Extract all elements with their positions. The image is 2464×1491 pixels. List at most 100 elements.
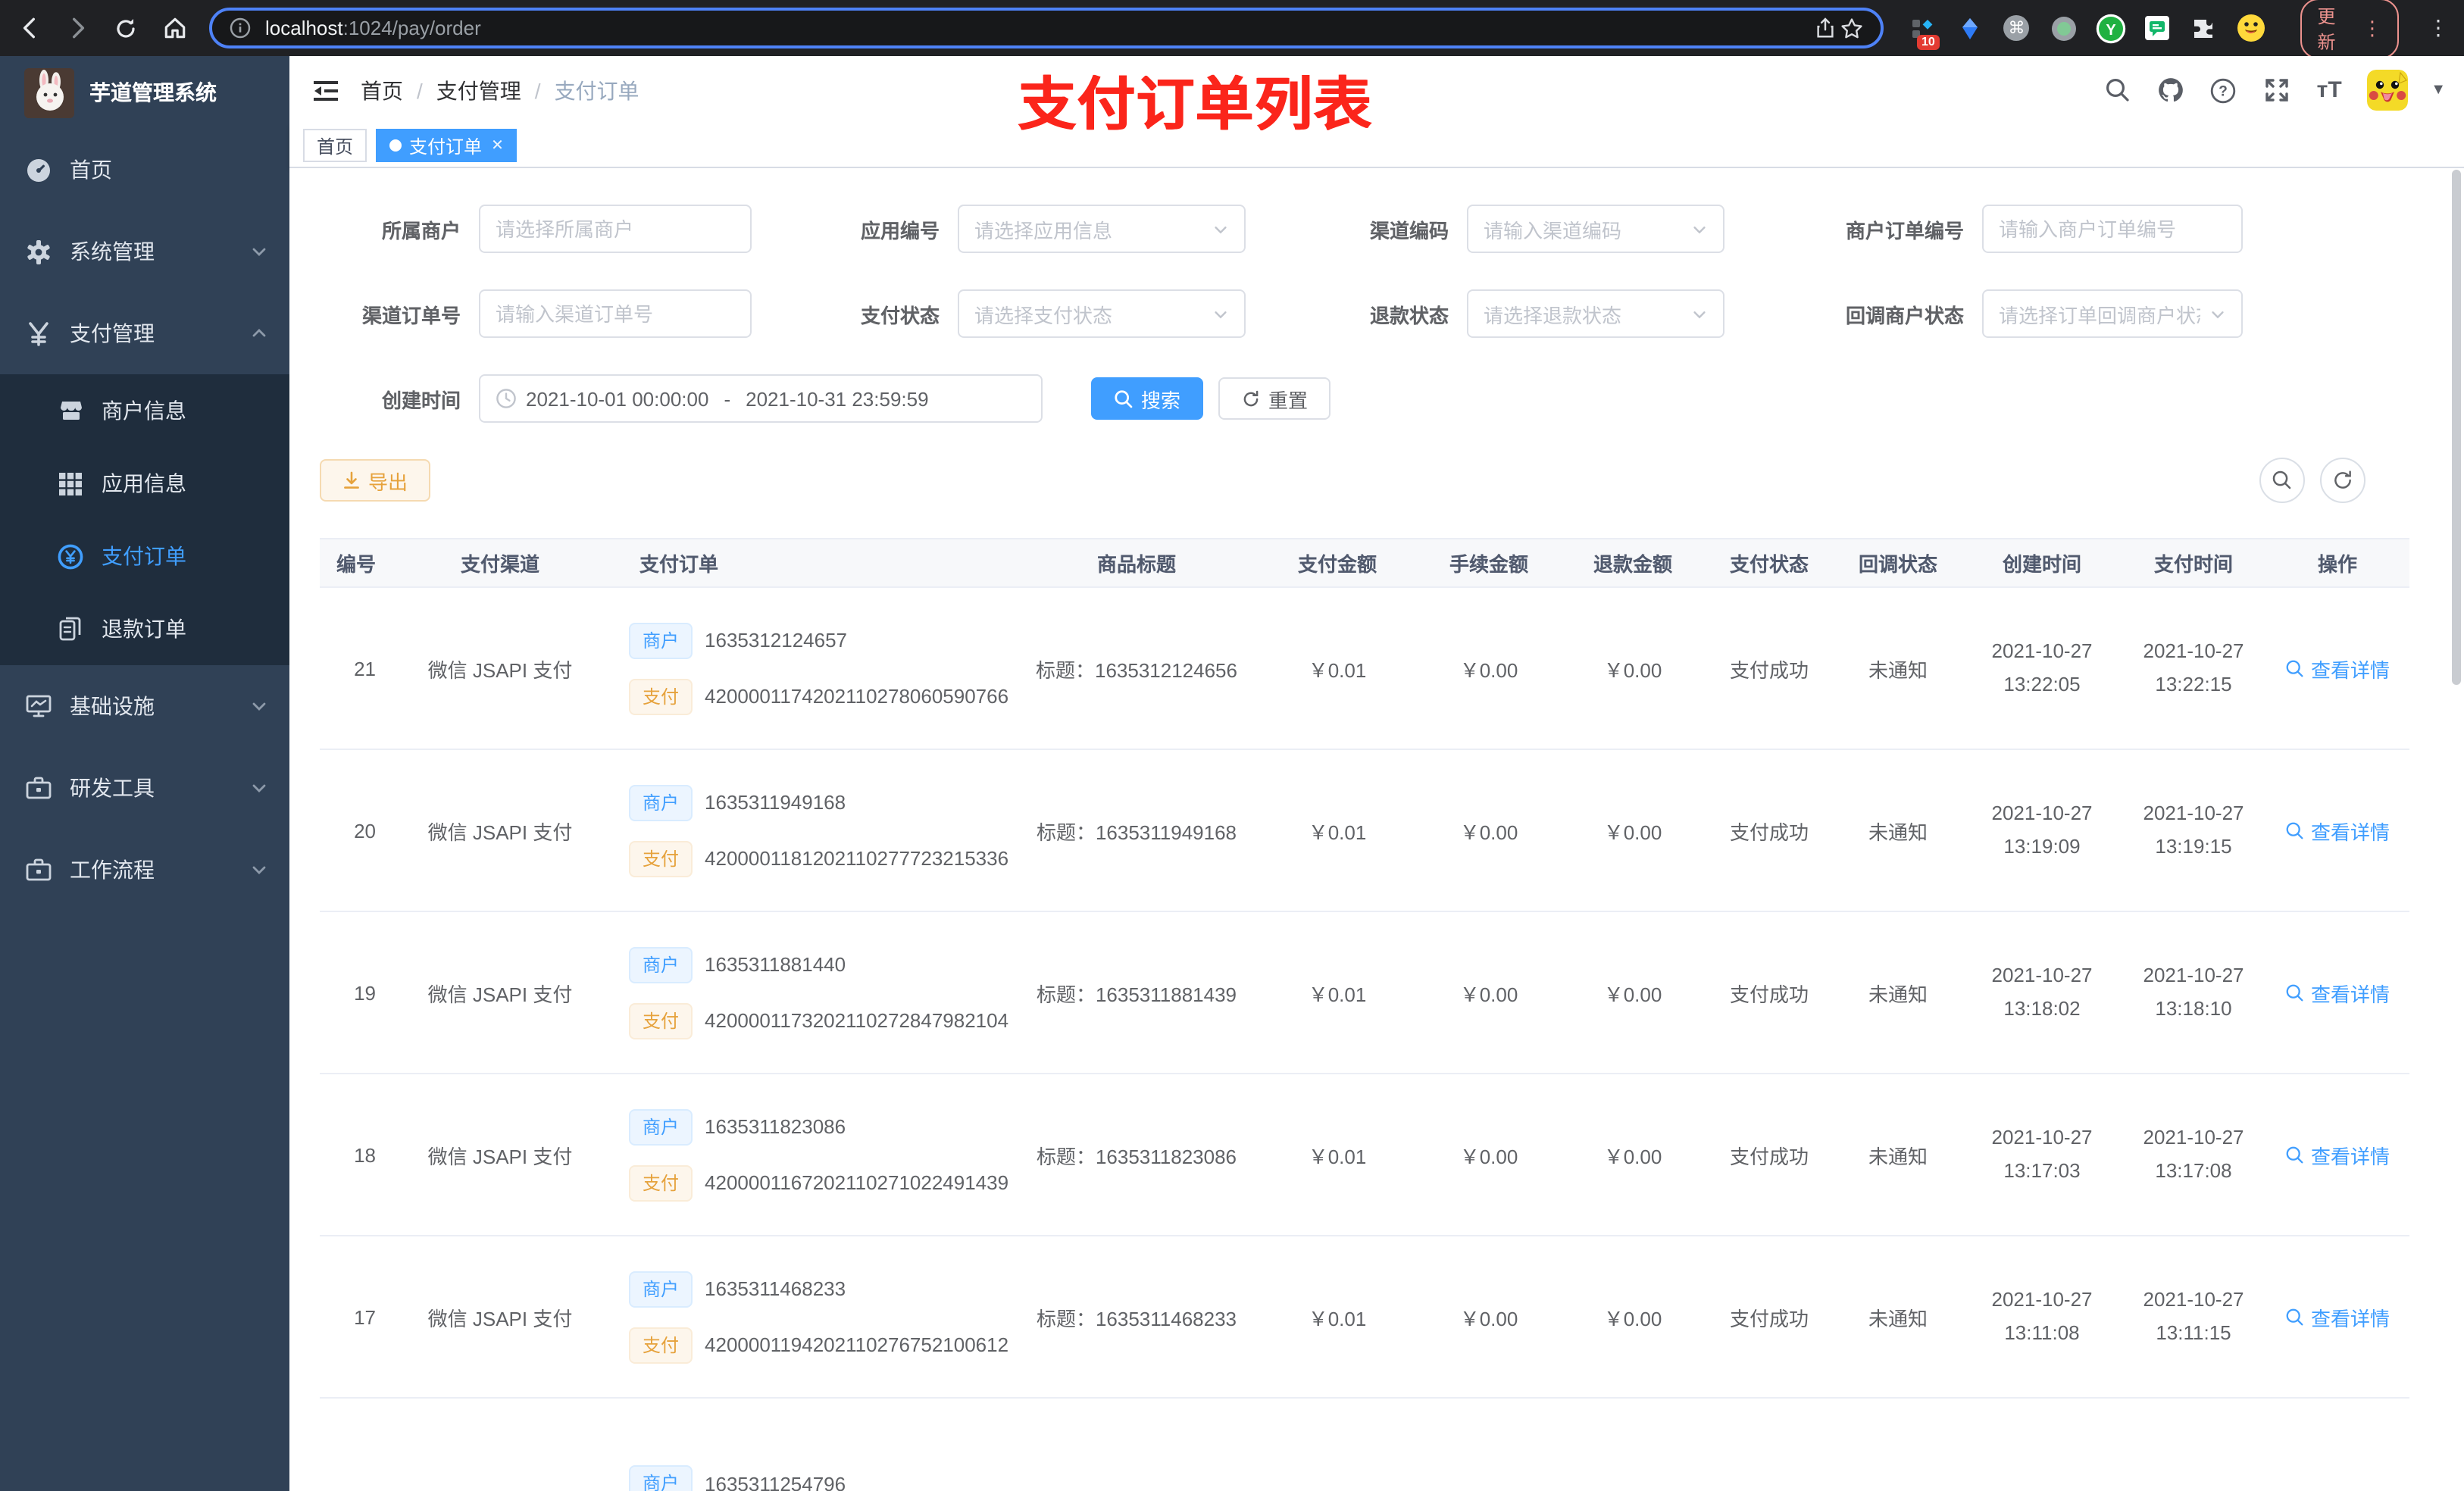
search-button[interactable]: 搜索 (1091, 377, 1204, 420)
cell-title: 标题：1635311468233 (1036, 1307, 1237, 1330)
sidebar-item-home[interactable]: 首页 (0, 129, 289, 211)
cell-fee: ￥0.00 (1459, 658, 1518, 681)
pay-order-no: 4200001173202110272847982104 (705, 1009, 1009, 1032)
refresh-table-button[interactable] (2320, 458, 2366, 503)
ext-puzzle-icon[interactable] (2189, 13, 2219, 43)
col-refund: 退款金额 (1593, 553, 1672, 576)
browser-update-button[interactable]: 更新 ⋮ (2300, 0, 2400, 58)
pay-tag: 支付 (629, 678, 693, 714)
tag-pay-order[interactable]: 支付订单 ✕ (376, 129, 518, 163)
user-avatar[interactable] (2367, 70, 2409, 111)
font-size-icon[interactable]: тT (2314, 76, 2344, 106)
merchant-input[interactable] (479, 205, 752, 253)
merchant-order-input[interactable] (1982, 205, 2243, 253)
browser-forward-icon[interactable] (64, 14, 91, 42)
sidebar-item-infra[interactable]: 基础设施 (0, 665, 289, 747)
reset-button[interactable]: 重置 (1218, 377, 1331, 420)
app-no-label: 应用编号 (860, 219, 940, 242)
merchant-tag: 商户 (629, 1271, 693, 1307)
merchant-order-label: 商户订单编号 (1845, 219, 1964, 242)
filter-row-1: 所属商户 应用编号 请选择应用信息 渠道编码 (320, 205, 2464, 253)
chevron-down-icon (1691, 305, 1708, 322)
sidebar-item-refund-order[interactable]: 退款订单 (0, 592, 289, 665)
chevron-down-icon (2209, 305, 2226, 322)
cell-pay-time: 2021-10-27 13:22:15 (2143, 639, 2244, 695)
sidebar-submenu: 商户信息 应用信息 支付订单 退款订单 (0, 374, 289, 665)
sidebar-item-app-info[interactable]: 应用信息 (0, 447, 289, 520)
channel-order-input[interactable] (479, 289, 752, 338)
search-icon (2286, 1146, 2303, 1163)
sidebar-item-label: 商户信息 (102, 399, 186, 423)
ext-green-dot-icon[interactable] (2048, 13, 2078, 43)
page-content: 所属商户 应用编号 请选择应用信息 渠道编码 (289, 168, 2464, 1491)
cell-refund: ￥0.00 (1603, 1145, 1662, 1167)
sidebar-item-pay-order[interactable]: 支付订单 (0, 520, 289, 592)
cell-fee: ￥0.00 (1459, 1307, 1518, 1330)
ext-gem-icon[interactable] (1955, 13, 1985, 43)
cell-actions: 查看详情 (2265, 816, 2409, 845)
sidebar-item-merchant-info[interactable]: 商户信息 (0, 374, 289, 447)
view-detail-link[interactable]: 查看详情 (2285, 816, 2390, 845)
sidebar-item-system[interactable]: 系统管理 (0, 211, 289, 292)
breadcrumb-home[interactable]: 首页 (361, 76, 403, 106)
cell-title: 标题：1635312124656 (1036, 658, 1237, 681)
logo-rabbit-image (24, 67, 74, 117)
site-info-icon[interactable] (226, 14, 253, 42)
pay-order-no: 4200001194202110276752100612 (705, 1333, 1009, 1356)
top-navbar: 首页 / 支付管理 / 支付订单 ? тT ▼ (289, 56, 2464, 126)
notify-status-select[interactable]: 请选择订单回调商户状态 (1982, 289, 2243, 338)
avatar-caret-icon[interactable]: ▼ (2431, 83, 2446, 99)
merchant-order-no: 1635311254796 (705, 1472, 846, 1491)
view-detail-link[interactable]: 查看详情 (2285, 654, 2390, 683)
app-no-select[interactable]: 请选择应用信息 (958, 205, 1246, 253)
breadcrumb-pay[interactable]: 支付管理 (436, 76, 521, 106)
view-detail-link[interactable]: 查看详情 (2285, 978, 2390, 1007)
header-search-icon[interactable] (2102, 76, 2132, 106)
help-icon[interactable]: ? (2208, 76, 2238, 106)
sidebar-item-workflow[interactable]: 工作流程 (0, 829, 289, 911)
cell-id: 21 (354, 657, 376, 680)
create-time-range-picker[interactable]: 2021-10-01 00:00:00 - 2021-10-31 23:59:5… (479, 374, 1043, 423)
search-icon (2286, 659, 2303, 677)
browser-home-icon[interactable] (161, 14, 188, 42)
ext-command-icon[interactable]: ⌘ (2002, 13, 2032, 43)
sidebar-item-devtools[interactable]: 研发工具 (0, 747, 289, 829)
sidebar-item-pay[interactable]: 支付管理 (0, 292, 289, 374)
channel-code-select[interactable]: 请输入渠道编码 (1467, 205, 1724, 253)
browser-menu-icon[interactable]: ⋮ (2428, 15, 2449, 41)
cell-amount: ￥0.01 (1308, 658, 1367, 681)
bookmark-star-icon[interactable] (1838, 14, 1865, 42)
view-detail-link[interactable]: 查看详情 (2285, 1302, 2390, 1331)
cell-id: 19 (354, 981, 376, 1004)
cell-pay-order: 商户 1635311468233 支付 4200001194202110276752… (606, 1271, 1015, 1363)
orders-table: 编号 支付渠道 支付订单 商品标题 支付金额 手续金额 退款金额 支付状态 回调… (320, 538, 2409, 1491)
ext-emoji-icon[interactable] (2236, 13, 2266, 43)
cell-amount: ￥0.01 (1308, 1145, 1367, 1167)
view-detail-link[interactable]: 查看详情 (2285, 1140, 2390, 1169)
filter-row-3: 创建时间 2021-10-01 00:00:00 - 2021-10-31 23… (320, 374, 2464, 423)
browser-back-icon[interactable] (15, 14, 42, 42)
share-icon[interactable] (1811, 14, 1838, 42)
refund-status-select[interactable]: 请选择退款状态 (1467, 289, 1724, 338)
gear-icon (24, 239, 52, 264)
col-id: 编号 (336, 553, 376, 576)
export-button[interactable]: 导出 (320, 459, 431, 502)
tag-home[interactable]: 首页 (303, 129, 367, 163)
annotation-title: 支付订单列表 (1018, 74, 1374, 138)
github-icon[interactable] (2155, 76, 2185, 106)
ext-y-logo-icon[interactable]: Y (2095, 13, 2125, 43)
col-create-time: 创建时间 (2002, 553, 2081, 576)
pay-status-select[interactable]: 请选择支付状态 (958, 289, 1246, 338)
merchant-label: 所属商户 (381, 219, 461, 242)
tag-close-icon[interactable]: ✕ (491, 138, 504, 155)
show-search-toggle-button[interactable] (2259, 458, 2305, 503)
browser-reload-icon[interactable] (112, 14, 139, 42)
scrollbar-thumb[interactable] (2452, 170, 2461, 685)
extensions-row: 10 ⌘ Y 更新 ⋮ ⋮ (1908, 0, 2464, 58)
url-bar[interactable]: localhost:1024/pay/order (209, 8, 1884, 48)
sidebar-toggle-icon[interactable] (312, 79, 339, 103)
fullscreen-icon[interactable] (2261, 76, 2291, 106)
ext-badge: 10 (1917, 34, 1940, 49)
ext-chat-icon[interactable] (2142, 13, 2172, 43)
ext-pinned-icon[interactable]: 10 (1908, 13, 1940, 49)
